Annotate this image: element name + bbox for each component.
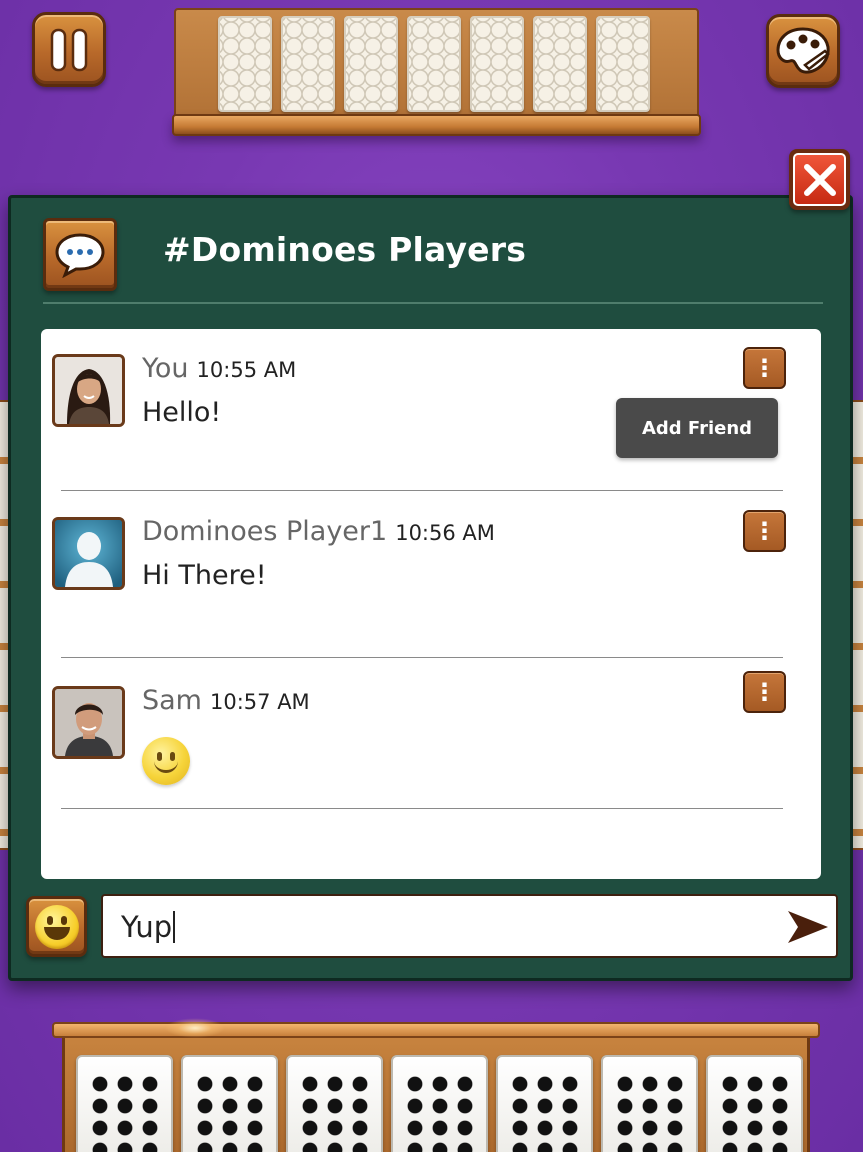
emoji-icon — [34, 904, 79, 949]
message-list[interactable]: You 10:55 AM Hello! ⋮ Add Friend Dominoe… — [41, 329, 821, 879]
user-photo — [55, 357, 122, 424]
speech-bubble-icon — [55, 232, 105, 278]
opponent-tile — [218, 16, 272, 112]
player-tile[interactable] — [391, 1055, 488, 1152]
chat-modal: #Dominoes Players You 10:55 AM Hello! ⋮ — [8, 195, 853, 981]
opponent-tile — [344, 16, 398, 112]
avatar-you[interactable] — [52, 354, 125, 427]
send-arrow-icon[interactable] — [786, 908, 830, 946]
message-input[interactable]: Yup — [101, 894, 838, 958]
avatar-sam[interactable] — [52, 686, 125, 759]
smiley-emoji — [142, 737, 190, 785]
default-user-icon — [55, 520, 122, 587]
pause-button[interactable] — [32, 12, 106, 87]
rack-glow — [165, 1018, 225, 1038]
chat-icon-badge — [43, 218, 117, 291]
message-input-value: Yup — [121, 910, 173, 944]
pause-icon — [50, 28, 88, 71]
player-tile[interactable] — [601, 1055, 698, 1152]
kebab-icon: ⋮ — [752, 354, 777, 382]
message-time: 10:56 AM — [395, 521, 495, 545]
message-text: Hi There! — [142, 560, 267, 591]
player-tile[interactable] — [706, 1055, 803, 1152]
message-options-button[interactable]: ⋮ — [743, 347, 786, 389]
message-divider — [61, 657, 783, 658]
emoji-button[interactable] — [26, 896, 87, 957]
message-divider — [61, 808, 783, 809]
message-time: 10:57 AM — [210, 690, 310, 714]
close-button[interactable] — [789, 149, 850, 210]
close-icon — [803, 163, 836, 196]
add-friend-button[interactable]: Add Friend — [616, 398, 778, 458]
opponent-tile — [470, 16, 524, 112]
kebab-icon: ⋮ — [752, 517, 777, 545]
theme-button[interactable] — [766, 14, 840, 88]
opponent-tile — [533, 16, 587, 112]
message-divider — [61, 490, 783, 491]
player-tile[interactable] — [286, 1055, 383, 1152]
player-tile[interactable] — [181, 1055, 278, 1152]
message-options-button[interactable]: ⋮ — [743, 510, 786, 552]
kebab-icon: ⋮ — [752, 678, 777, 706]
title-divider — [43, 302, 823, 304]
sender-name: Dominoes Player1 — [142, 516, 388, 547]
player-tile[interactable] — [76, 1055, 173, 1152]
chat-title: #Dominoes Players — [163, 230, 527, 269]
avatar-dominoes-player1[interactable] — [52, 517, 125, 590]
add-friend-label: Add Friend — [641, 417, 753, 439]
opponent-tile — [596, 16, 650, 112]
sender-name: Sam — [142, 685, 202, 716]
opponent-tile — [407, 16, 461, 112]
text-caret — [173, 911, 176, 943]
sender-name: You — [142, 353, 189, 384]
message-time: 10:55 AM — [196, 358, 297, 382]
message-options-button[interactable]: ⋮ — [743, 671, 786, 713]
opponent-rack — [172, 8, 701, 136]
player-tile[interactable] — [496, 1055, 593, 1152]
user-photo — [55, 689, 122, 756]
palette-icon — [776, 27, 830, 74]
opponent-tile — [281, 16, 335, 112]
message-text: Hello! — [142, 397, 222, 428]
